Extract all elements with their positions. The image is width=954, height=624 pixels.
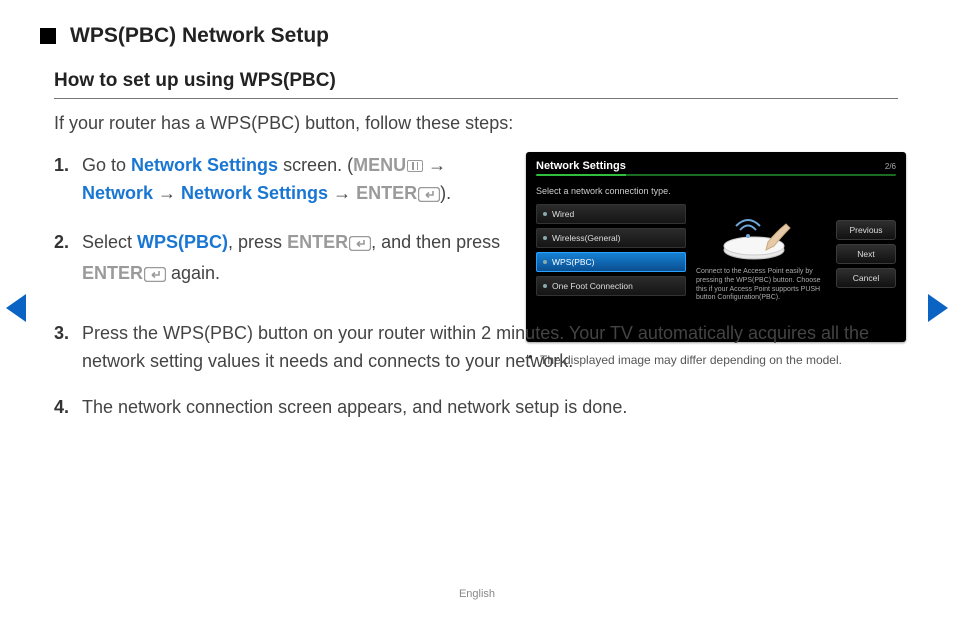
tv-body: Wired Wireless(General) WPS(PBC) One Foo… xyxy=(536,204,896,303)
kw-network-settings-2: Network Settings xyxy=(181,183,328,203)
tv-opt-wpspbc[interactable]: WPS(PBC) xyxy=(536,252,686,272)
tv-opt-label: One Foot Connection xyxy=(552,281,633,291)
tv-title: Network Settings xyxy=(536,160,626,172)
step-2-d: again. xyxy=(166,263,220,283)
kw-network-settings: Network Settings xyxy=(131,155,278,175)
tv-opt-wired[interactable]: Wired xyxy=(536,204,686,224)
router-icon xyxy=(716,206,806,264)
tv-illustration: Connect to the Access Point easily by pr… xyxy=(694,204,828,303)
bullet-icon xyxy=(543,260,547,264)
step-2-a: Select xyxy=(82,232,137,252)
kw-network: Network xyxy=(82,183,153,203)
footer-language: English xyxy=(0,588,954,600)
heading-text: WPS(PBC) Network Setup xyxy=(70,24,329,48)
step-2: Select WPS(PBC), press ENTER , and then p… xyxy=(54,229,504,291)
tv-desc: Connect to the Access Point easily by pr… xyxy=(694,268,828,303)
steps-list-cont: Press the WPS(PBC) button on your router… xyxy=(54,320,910,422)
bullet-icon xyxy=(543,284,547,288)
tv-opt-onefoot[interactable]: One Foot Connection xyxy=(536,276,686,296)
tv-buttons: Previous Next Cancel xyxy=(836,204,896,303)
step-3-text: Press the WPS(PBC) button on your router… xyxy=(82,323,869,371)
step-2-c: , and then press xyxy=(371,232,500,252)
step-4-text: The network connection screen appears, a… xyxy=(82,397,627,417)
kw-wpspbc: WPS(PBC) xyxy=(137,232,228,252)
steps-list: Go to Network Settings screen. (MENU → N… xyxy=(54,152,504,291)
arrow-1: → xyxy=(423,155,446,175)
tv-page: 2/6 xyxy=(885,162,896,171)
tv-progress-bar xyxy=(536,174,896,176)
page-next[interactable] xyxy=(928,294,948,322)
bullet-icon xyxy=(543,212,547,216)
step-1-b: screen. ( xyxy=(278,155,353,175)
tv-btn-next[interactable]: Next xyxy=(836,244,896,264)
kw-enter-1: ENTER xyxy=(356,183,417,203)
bullet-icon xyxy=(543,236,547,240)
kw-enter-2: ENTER xyxy=(287,232,348,252)
menu-icon xyxy=(407,160,423,172)
enter-icon xyxy=(418,183,440,211)
subheading: How to set up using WPS(PBC) xyxy=(54,70,898,99)
enter-icon-3 xyxy=(144,263,166,291)
square-bullet-icon xyxy=(40,28,56,44)
step-4: The network connection screen appears, a… xyxy=(54,394,910,422)
step-1-a: Go to xyxy=(82,155,131,175)
step-1-c: ). xyxy=(440,183,451,203)
arrow-3: → xyxy=(328,183,356,203)
tv-subtitle: Select a network connection type. xyxy=(536,186,896,196)
intro-text: If your router has a WPS(PBC) button, fo… xyxy=(54,113,906,134)
tv-title-row: Network Settings 2/6 xyxy=(536,160,896,172)
tv-btn-cancel[interactable]: Cancel xyxy=(836,268,896,288)
tv-options: Wired Wireless(General) WPS(PBC) One Foo… xyxy=(536,204,686,303)
tv-opt-label: Wireless(General) xyxy=(552,233,621,243)
kw-menu: MENU xyxy=(353,155,406,175)
enter-icon-2 xyxy=(349,232,371,260)
tv-btn-previous[interactable]: Previous xyxy=(836,220,896,240)
page-prev[interactable] xyxy=(6,294,26,322)
kw-enter-3: ENTER xyxy=(82,263,143,283)
step-1: Go to Network Settings screen. (MENU → N… xyxy=(54,152,504,211)
tv-opt-label: Wired xyxy=(552,209,574,219)
page-heading: WPS(PBC) Network Setup xyxy=(40,24,906,48)
tv-opt-wireless[interactable]: Wireless(General) xyxy=(536,228,686,248)
tv-screen: Network Settings 2/6 Select a network co… xyxy=(526,152,906,342)
step-2-b: , press xyxy=(228,232,287,252)
step-3: Press the WPS(PBC) button on your router… xyxy=(54,320,910,376)
tv-opt-label: WPS(PBC) xyxy=(552,257,595,267)
arrow-2: → xyxy=(153,183,181,203)
